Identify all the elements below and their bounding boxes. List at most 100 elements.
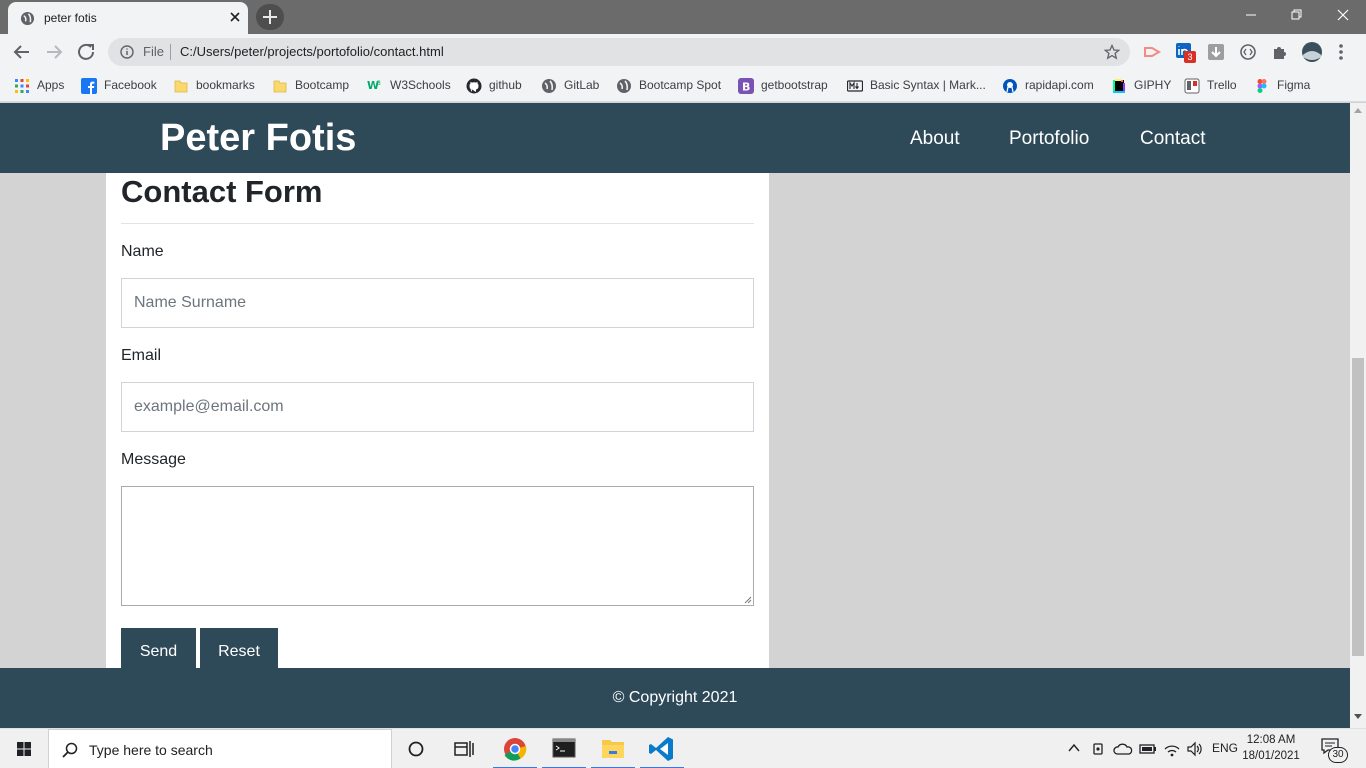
- site-footer: © Copyright 2021: [0, 668, 1350, 728]
- search-placeholder: Type here to search: [89, 742, 213, 758]
- reload-icon[interactable]: [74, 41, 98, 63]
- volume-icon[interactable]: [1186, 741, 1204, 757]
- restore-button[interactable]: [1274, 0, 1320, 30]
- browser-tab[interactable]: peter fotis: [8, 2, 248, 34]
- language-indicator[interactable]: ENG: [1212, 741, 1238, 755]
- markdown-icon: [847, 80, 863, 92]
- extension-badge: 3: [1184, 51, 1196, 63]
- vscode-icon: [649, 737, 673, 761]
- profile-avatar[interactable]: [1301, 41, 1323, 63]
- page-viewport: Peter Fotis About Portofolio Contact Con…: [0, 103, 1350, 728]
- resize-grip-icon[interactable]: [744, 596, 752, 604]
- giphy-icon: [1113, 79, 1125, 93]
- task-view-button[interactable]: [440, 729, 488, 768]
- github-icon: [466, 78, 482, 94]
- bootstrap-icon: B: [738, 78, 754, 94]
- scroll-down-arrow-icon[interactable]: [1354, 714, 1362, 720]
- notification-count-badge: 30: [1328, 747, 1348, 763]
- url-text[interactable]: C:/Users/peter/projects/portofolio/conta…: [180, 44, 444, 59]
- windows-logo-icon: [17, 742, 31, 756]
- folder-icon: [602, 740, 624, 758]
- scroll-up-arrow-icon[interactable]: [1354, 107, 1362, 113]
- site-header: Peter Fotis About Portofolio Contact: [0, 103, 1350, 173]
- onedrive-cloud-icon[interactable]: [1113, 742, 1133, 756]
- message-label: Message: [121, 451, 186, 468]
- taskbar-search-box[interactable]: Type here to search: [48, 729, 392, 768]
- wifi-icon[interactable]: [1163, 741, 1181, 757]
- nav-link-portofolio[interactable]: Portofolio: [1009, 128, 1089, 150]
- name-input[interactable]: [121, 278, 754, 328]
- facebook-icon: [81, 78, 97, 94]
- plus-icon: [263, 10, 277, 24]
- menu-dots-icon[interactable]: [1335, 42, 1347, 62]
- terminal-icon: [552, 738, 576, 758]
- page-scrollbar[interactable]: [1350, 103, 1366, 728]
- address-bar[interactable]: File C:/Users/peter/projects/portofolio/…: [108, 38, 1130, 66]
- download-extension-icon[interactable]: [1206, 42, 1226, 62]
- taskbar-chrome[interactable]: [491, 729, 539, 768]
- form-divider: [121, 223, 754, 224]
- name-label: Name: [121, 243, 164, 260]
- taskbar-file-explorer[interactable]: [589, 729, 637, 768]
- bookmark-star-icon[interactable]: [1104, 44, 1120, 60]
- cortana-button[interactable]: [392, 729, 440, 768]
- info-icon[interactable]: [120, 45, 134, 59]
- contact-form-card: Contact Form Name Email Message Send Res…: [106, 173, 769, 670]
- svg-text:B: B: [742, 81, 750, 94]
- folder-icon: [174, 80, 188, 93]
- globe-icon: [542, 79, 556, 93]
- puzzle-extensions-icon[interactable]: [1270, 42, 1290, 62]
- tab-strip: peter fotis: [0, 0, 1366, 34]
- folder-icon: [273, 80, 287, 93]
- globe-icon: [617, 79, 631, 93]
- chevron-up-icon[interactable]: [1068, 743, 1080, 753]
- form-title: Contact Form: [121, 174, 323, 209]
- cortana-circle-icon: [408, 741, 424, 757]
- reset-button[interactable]: Reset: [200, 628, 278, 670]
- message-textarea[interactable]: [121, 486, 754, 606]
- search-icon: [62, 742, 78, 758]
- copyright-text: © Copyright 2021: [612, 689, 738, 706]
- rapidapi-icon: [1003, 79, 1017, 93]
- close-window-button[interactable]: [1320, 0, 1366, 30]
- email-label: Email: [121, 347, 162, 364]
- cast-extension-icon[interactable]: [1142, 42, 1162, 62]
- send-button[interactable]: Send: [121, 628, 196, 670]
- browser-toolbar: File C:/Users/peter/projects/portofolio/…: [0, 34, 1366, 70]
- minimize-icon: [1246, 14, 1256, 16]
- restore-icon: [1291, 9, 1302, 20]
- tab-title: peter fotis: [44, 11, 97, 25]
- w3schools-icon: W3: [367, 79, 381, 92]
- linkedin-extension-button[interactable]: 3: [1175, 42, 1196, 63]
- nav-link-about[interactable]: About: [910, 128, 960, 150]
- nav-link-contact[interactable]: Contact: [1140, 128, 1205, 150]
- system-clock[interactable]: 12:08 AM 18/01/2021: [1240, 732, 1302, 764]
- omnibox-separator: [170, 44, 171, 60]
- new-tab-button[interactable]: [256, 4, 284, 30]
- chrome-icon: [504, 738, 527, 761]
- scheme-label: File: [143, 44, 164, 59]
- meet-now-icon[interactable]: [1092, 741, 1106, 757]
- windows-taskbar: Type here to search ENG 12:08 AM 18/01/2…: [0, 728, 1366, 768]
- globe-icon: [20, 11, 35, 26]
- taskbar-terminal[interactable]: [540, 729, 588, 768]
- bookmarks-bar: Apps Facebook bookmarks Bootcamp W3 W3Sc…: [0, 70, 1366, 102]
- apps-grid-icon: [15, 79, 29, 93]
- svg-text:3: 3: [377, 80, 381, 87]
- email-input[interactable]: [121, 382, 754, 432]
- code-extension-icon[interactable]: [1238, 42, 1258, 62]
- start-button[interactable]: [0, 729, 48, 768]
- taskbar-vscode[interactable]: [638, 729, 686, 768]
- back-arrow-icon[interactable]: [10, 41, 34, 63]
- close-tab-icon[interactable]: [226, 8, 244, 26]
- trello-icon: [1184, 78, 1200, 94]
- clock-date: 18/01/2021: [1242, 750, 1300, 762]
- site-brand[interactable]: Peter Fotis: [160, 117, 356, 160]
- close-icon: [1337, 9, 1349, 21]
- task-view-icon: [454, 741, 474, 757]
- figma-icon: [1257, 79, 1267, 93]
- battery-icon[interactable]: [1139, 742, 1157, 756]
- minimize-button[interactable]: [1228, 0, 1274, 30]
- scroll-thumb[interactable]: [1352, 358, 1364, 656]
- forward-arrow-icon[interactable]: [42, 41, 66, 63]
